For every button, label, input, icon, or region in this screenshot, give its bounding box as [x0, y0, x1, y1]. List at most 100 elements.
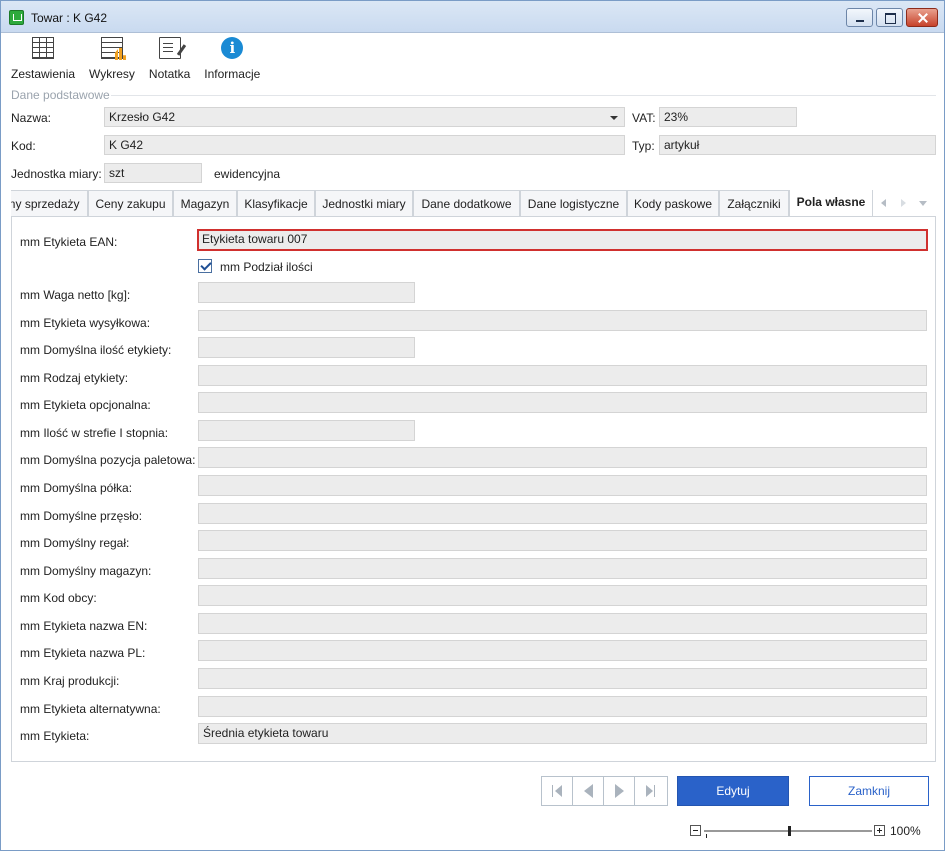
tab-ceny-zakupu[interactable]: Ceny zakupu — [88, 190, 173, 216]
field-label: mm Rodzaj etykiety: — [20, 371, 129, 385]
domyslna-polka-input[interactable] — [198, 475, 927, 496]
nazwa-dropdown[interactable]: Krzesło G42 — [104, 107, 625, 127]
maximize-button[interactable] — [876, 8, 903, 27]
tab-dane-dodatkowe[interactable]: Dane dodatkowe — [413, 190, 520, 216]
field-label: mm Kraj produkcji: — [20, 674, 120, 688]
zoom-slider-thumb[interactable] — [788, 826, 791, 836]
notatka-button[interactable]: Notatka — [149, 35, 190, 85]
title-bar[interactable]: Towar : K G42 — [1, 1, 944, 33]
close-window-button[interactable] — [906, 8, 938, 27]
typ-field[interactable]: artykuł — [659, 135, 936, 155]
zoom-out-button[interactable] — [690, 825, 701, 836]
tab-zalaczniki[interactable]: Załączniki — [719, 190, 789, 216]
tab-ceny-sprzedazy[interactable]: Ceny sprzedaży — [11, 190, 88, 216]
informacje-button[interactable]: i Informacje — [204, 35, 260, 85]
kraj-produkcji-input[interactable] — [198, 668, 927, 689]
domyslne-przeslo-input[interactable] — [198, 503, 927, 524]
previous-record-button[interactable] — [573, 777, 604, 805]
zestawienia-label: Zestawienia — [11, 67, 76, 81]
section-divider — [111, 95, 936, 96]
product-window: Towar : K G42 Zestawienia Wykresy Notatk… — [0, 0, 945, 851]
etykieta-input[interactable]: Średnia etykieta towaru — [198, 723, 927, 744]
vat-field[interactable]: 23% — [659, 107, 797, 127]
rodzaj-etykiety-input[interactable] — [198, 365, 927, 386]
typ-label: Typ: — [632, 139, 655, 153]
ean-input[interactable]: Etykieta towaru 007 — [197, 229, 928, 251]
field-label: mm Kod obcy: — [20, 591, 97, 605]
window-title: Towar : K G42 — [31, 11, 108, 25]
ilosc-strefie-input[interactable] — [198, 420, 415, 441]
note-icon — [158, 37, 181, 59]
table-icon — [32, 37, 55, 59]
section-title-basic: Dane podstawowe — [11, 88, 110, 102]
kod-field[interactable]: K G42 — [104, 135, 625, 155]
etykieta-nazwa-en-input[interactable] — [198, 613, 927, 634]
tab-list-down-icon[interactable] — [919, 201, 927, 206]
wykresy-label: Wykresy — [89, 67, 135, 81]
field-label: mm Etykieta nazwa EN: — [20, 619, 148, 633]
zamknij-button[interactable]: Zamknij — [809, 776, 929, 806]
next-record-button[interactable] — [604, 777, 635, 805]
edytuj-button[interactable]: Edytuj — [677, 776, 789, 806]
ean-value: Etykieta towaru 007 — [202, 232, 308, 246]
domyslna-ilosc-input[interactable] — [198, 337, 415, 358]
zoom-control: 100% — [690, 824, 921, 838]
tab-pola-wlasne[interactable]: Pola własne — [789, 190, 873, 216]
jednostka-label: Jednostka miary: — [11, 167, 102, 181]
field-label: mm Domyślna półka: — [20, 481, 133, 495]
toolbar: Zestawienia Wykresy Notatka i Informacje — [11, 35, 274, 85]
etykieta-nazwa-pl-input[interactable] — [198, 640, 927, 661]
notatka-label: Notatka — [148, 67, 191, 81]
jednostka-value: szt — [109, 166, 125, 180]
field-label: mm Domyślna ilość etykiety: — [20, 343, 172, 357]
etykieta-opcjonalna-input[interactable] — [198, 392, 927, 413]
minimize-button[interactable] — [846, 8, 873, 27]
tab-bar: Ceny sprzedaży Ceny zakupu Magazyn Klasy… — [11, 190, 936, 217]
kod-value: K G42 — [109, 138, 144, 152]
informacje-label: Informacje — [204, 67, 261, 81]
kod-obcy-input[interactable] — [198, 585, 927, 606]
chevron-down-icon — [610, 116, 618, 120]
ean-label: mm Etykieta EAN: — [20, 235, 118, 249]
tab-scroll-right-icon[interactable] — [901, 199, 906, 207]
nazwa-label: Nazwa: — [11, 111, 52, 125]
nazwa-value: Krzesło G42 — [109, 110, 176, 124]
field-label: mm Waga netto [kg]: — [20, 288, 131, 302]
podzial-checkbox[interactable] — [198, 259, 212, 273]
basket-icon — [9, 10, 24, 25]
pozycja-paletowa-input[interactable] — [198, 447, 927, 468]
vat-label: VAT: — [632, 111, 656, 125]
domyslny-magazyn-input[interactable] — [198, 558, 927, 579]
tab-klasyfikacje[interactable]: Klasyfikacje — [237, 190, 315, 216]
podzial-label: mm Podział ilości — [220, 260, 313, 274]
record-navigation — [541, 776, 668, 806]
etykieta-alternatywna-input[interactable] — [198, 696, 927, 717]
etykieta-wysylkowa-input[interactable] — [198, 310, 927, 331]
tab-dane-logistyczne[interactable]: Dane logistyczne — [520, 190, 627, 216]
waga-netto-input[interactable] — [198, 282, 415, 303]
tab-kody-paskowe[interactable]: Kody paskowe — [627, 190, 719, 216]
tab-jednostki-miary[interactable]: Jednostki miary — [315, 190, 413, 216]
vat-value: 23% — [664, 110, 689, 124]
field-label: mm Etykieta alternatywna: — [20, 702, 161, 716]
field-label: mm Domyślna pozycja paletowa: — [20, 453, 196, 467]
field-label: mm Etykieta: — [20, 729, 90, 743]
tab-magazyn[interactable]: Magazyn — [173, 190, 237, 216]
domyslny-regal-input[interactable] — [198, 530, 927, 551]
kod-label: Kod: — [11, 139, 36, 153]
tab-scroll-left-icon[interactable] — [881, 199, 886, 207]
field-label: mm Domyślny magazyn: — [20, 564, 152, 578]
last-record-button[interactable] — [635, 777, 666, 805]
zoom-in-button[interactable] — [874, 825, 885, 836]
field-label: mm Etykieta nazwa PL: — [20, 646, 146, 660]
jednostka-suffix: ewidencyjna — [214, 167, 281, 181]
field-label: mm Domyślne przęsło: — [20, 509, 143, 523]
zoom-value: 100% — [890, 824, 921, 838]
zestawienia-button[interactable]: Zestawienia — [11, 35, 75, 85]
field-label: mm Etykieta wysyłkowa: — [20, 316, 151, 330]
zoom-tick-mark — [706, 834, 707, 838]
first-record-button[interactable] — [542, 777, 573, 805]
wykresy-button[interactable]: Wykresy — [89, 35, 135, 85]
jednostka-field[interactable]: szt — [104, 163, 202, 183]
typ-value: artykuł — [664, 138, 700, 152]
